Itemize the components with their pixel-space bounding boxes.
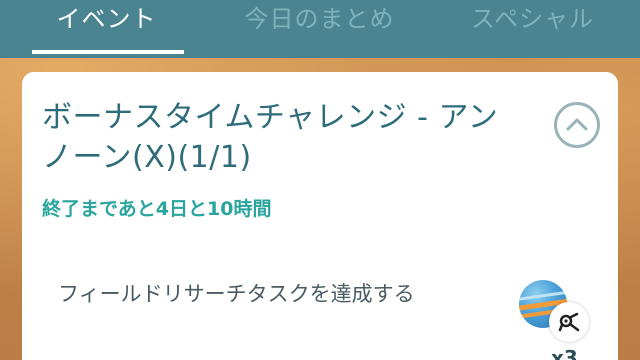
unown-x-icon [549,302,589,342]
tab-daily-summary[interactable]: 今日のまとめ [213,0,426,58]
reward-quantity: x3 [551,346,578,360]
chevron-up-icon [566,118,588,131]
challenge-title: ボーナスタイムチャレンジ - アンノーン(X)(1/1) [42,100,499,175]
active-tab-indicator [32,50,184,54]
tab-bar: イベント 今日のまとめ スペシャル [0,0,640,58]
tab-special[interactable]: スペシャル [426,0,639,58]
time-remaining: 終了まであと4日と10時間 [42,198,272,220]
task-description: フィールドリサーチタスクを達成する [58,282,415,306]
challenge-card: ボーナスタイムチャレンジ - アンノーン(X)(1/1) 終了まであと4日と10… [22,72,618,360]
collapse-button[interactable] [554,102,600,148]
reward[interactable]: x3 [515,280,605,360]
